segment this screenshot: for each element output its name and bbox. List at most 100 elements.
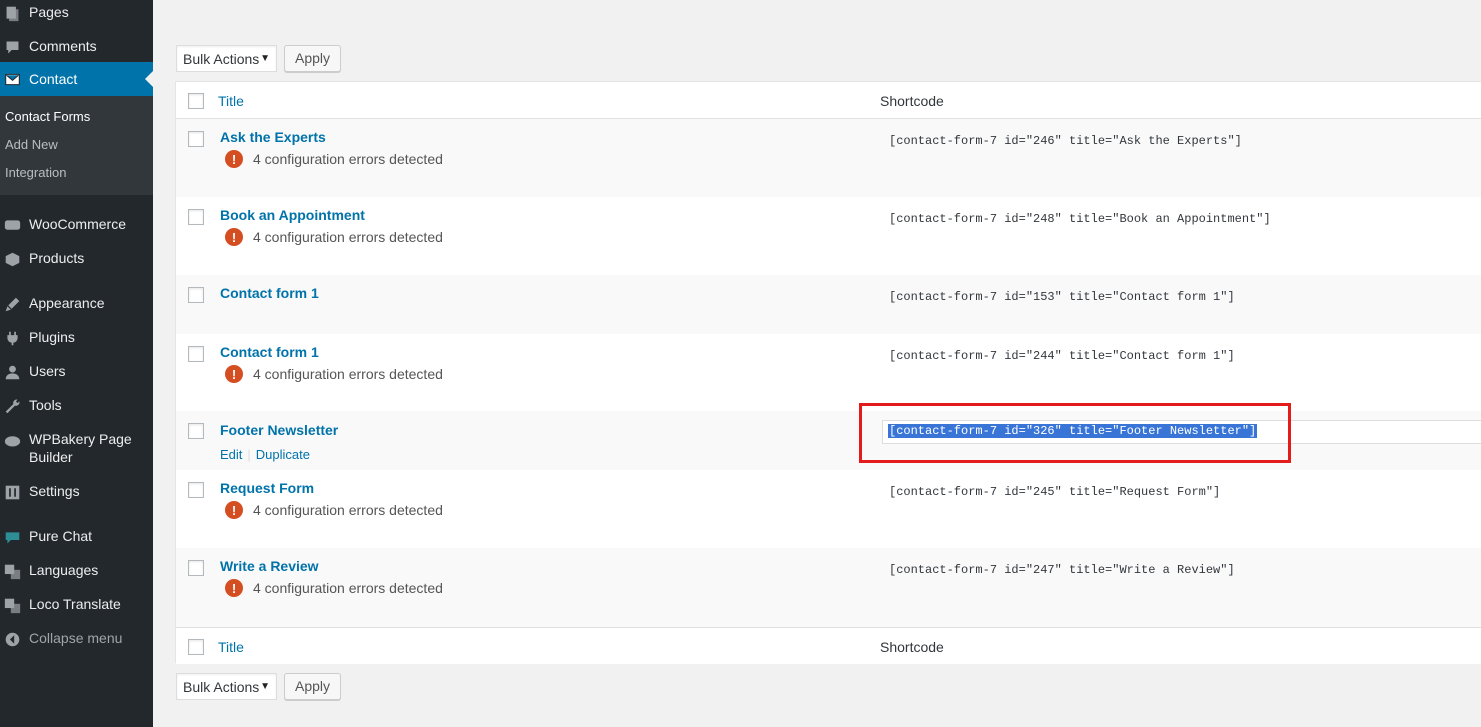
form-title-link[interactable]: Book an Appointment	[220, 207, 365, 223]
table-row: Contact form 1 [contact-form-7 id="153" …	[176, 275, 1481, 334]
dropdown-arrow-icon: ▼	[260, 681, 270, 692]
shortcode-text[interactable]: [contact-form-7 id="153" title="Contact …	[889, 290, 1235, 304]
languages-icon	[2, 561, 22, 581]
error-text: 4 configuration errors detected	[253, 151, 443, 167]
shortcode-text[interactable]: [contact-form-7 id="248" title="Book an …	[889, 212, 1271, 226]
form-title-link[interactable]: Footer Newsletter	[220, 422, 338, 438]
bulk-actions-label: Bulk Actions	[183, 679, 260, 695]
menu-label: Plugins	[29, 329, 75, 345]
menu-item-products[interactable]: Products	[0, 249, 153, 269]
settings-icon	[2, 482, 22, 502]
comments-icon	[2, 37, 22, 57]
table-row: Book an Appointment ! 4 configuration er…	[176, 197, 1481, 275]
error-text: 4 configuration errors detected	[253, 366, 443, 382]
menu-item-appearance[interactable]: Appearance	[0, 294, 153, 314]
select-all-checkbox-footer[interactable]	[188, 639, 204, 655]
menu-item-comments[interactable]: Comments	[0, 37, 153, 57]
shortcode-text[interactable]: [contact-form-7 id="244" title="Contact …	[889, 349, 1235, 363]
menu-item-pages[interactable]: Pages	[0, 3, 153, 23]
menu-label: Languages	[29, 562, 99, 578]
row-checkbox[interactable]	[188, 482, 204, 498]
form-title-link[interactable]: Request Form	[220, 480, 314, 496]
pages-icon	[2, 3, 22, 23]
bulk-actions-bottom: Bulk Actions ▼ Apply	[176, 673, 342, 700]
submenu-contact-forms[interactable]: Contact Forms	[5, 109, 90, 124]
menu-label: Pages	[29, 4, 69, 20]
row-checkbox[interactable]	[188, 560, 204, 576]
row-checkbox[interactable]	[188, 287, 204, 303]
woocommerce-icon	[2, 215, 22, 235]
form-title-link[interactable]: Write a Review	[220, 558, 319, 574]
column-shortcode-header: Shortcode	[880, 93, 944, 109]
menu-label: Products	[29, 250, 85, 266]
menu-label: Tools	[29, 397, 62, 413]
menu-item-wpbakery[interactable]: WPBakery Page Builder	[0, 430, 153, 466]
menu-item-pure-chat[interactable]: Pure Chat	[0, 527, 153, 547]
form-title-link[interactable]: Ask the Experts	[220, 129, 326, 145]
error-icon: !	[225, 228, 243, 246]
column-title-header[interactable]: Title	[218, 93, 244, 109]
highlight-box	[859, 403, 1291, 463]
collapse-menu-button[interactable]: Collapse menu	[0, 629, 153, 649]
menu-item-contact[interactable]: Contact	[0, 62, 153, 96]
menu-label: Loco Translate	[29, 596, 121, 612]
form-title-link[interactable]: Contact form 1	[220, 344, 319, 360]
error-notice: ! 4 configuration errors detected	[225, 228, 443, 246]
error-icon: !	[225, 579, 243, 597]
menu-label: WooCommerce	[29, 216, 126, 232]
error-notice: ! 4 configuration errors detected	[225, 150, 443, 168]
menu-item-users[interactable]: Users	[0, 362, 153, 382]
error-text: 4 configuration errors detected	[253, 229, 443, 245]
menu-label: Settings	[29, 483, 80, 499]
menu-item-loco-translate[interactable]: Loco Translate	[0, 595, 153, 615]
contact-submenu: Contact Forms Add New Integration	[0, 96, 153, 195]
bulk-actions-label: Bulk Actions	[183, 51, 260, 67]
bulk-actions-select[interactable]: Bulk Actions ▼	[176, 45, 277, 72]
table-row: Ask the Experts ! 4 configuration errors…	[176, 119, 1481, 197]
menu-item-tools[interactable]: Tools	[0, 396, 153, 416]
bulk-actions-top: Bulk Actions ▼ Apply	[176, 45, 342, 72]
collapse-icon	[2, 629, 22, 649]
select-all-checkbox[interactable]	[188, 93, 204, 109]
edit-link[interactable]: Edit	[220, 447, 242, 462]
wpbakery-icon	[2, 430, 22, 450]
duplicate-link[interactable]: Duplicate	[256, 447, 310, 462]
menu-item-languages[interactable]: Languages	[0, 561, 153, 581]
menu-label: Contact	[29, 71, 78, 87]
mail-icon	[2, 69, 22, 89]
contact-forms-table: Title Shortcode Ask the Experts ! 4 conf…	[175, 81, 1481, 664]
menu-item-settings[interactable]: Settings	[0, 482, 153, 502]
submenu-integration[interactable]: Integration	[5, 165, 66, 180]
table-row: Request Form ! 4 configuration errors de…	[176, 470, 1481, 548]
table-header: Title Shortcode	[176, 82, 1481, 119]
shortcode-text[interactable]: [contact-form-7 id="246" title="Ask the …	[889, 134, 1242, 148]
submenu-add-new[interactable]: Add New	[5, 137, 58, 152]
menu-label: WPBakery Page Builder	[29, 431, 132, 465]
action-separator: |	[247, 447, 251, 462]
row-checkbox[interactable]	[188, 209, 204, 225]
row-checkbox[interactable]	[188, 131, 204, 147]
form-title-link[interactable]: Contact form 1	[220, 285, 319, 301]
shortcode-text[interactable]: [contact-form-7 id="247" title="Write a …	[889, 563, 1235, 577]
plugins-icon	[2, 328, 22, 348]
error-icon: !	[225, 501, 243, 519]
appearance-icon	[2, 294, 22, 314]
users-icon	[2, 362, 22, 382]
menu-label: Appearance	[29, 295, 105, 311]
apply-button[interactable]: Apply	[284, 673, 342, 700]
error-text: 4 configuration errors detected	[253, 502, 443, 518]
row-checkbox[interactable]	[188, 346, 204, 362]
row-checkbox[interactable]	[188, 423, 204, 439]
column-shortcode-footer: Shortcode	[880, 639, 944, 655]
shortcode-text[interactable]: [contact-form-7 id="245" title="Request …	[889, 485, 1220, 499]
bulk-actions-select[interactable]: Bulk Actions ▼	[176, 673, 277, 700]
menu-item-plugins[interactable]: Plugins	[0, 328, 153, 348]
tools-icon	[2, 396, 22, 416]
apply-button[interactable]: Apply	[284, 45, 342, 72]
menu-label: Pure Chat	[29, 528, 93, 544]
error-notice: ! 4 configuration errors detected	[225, 365, 443, 383]
error-icon: !	[225, 150, 243, 168]
menu-item-woocommerce[interactable]: WooCommerce	[0, 215, 153, 235]
column-title-footer[interactable]: Title	[218, 639, 244, 655]
error-notice: ! 4 configuration errors detected	[225, 579, 443, 597]
